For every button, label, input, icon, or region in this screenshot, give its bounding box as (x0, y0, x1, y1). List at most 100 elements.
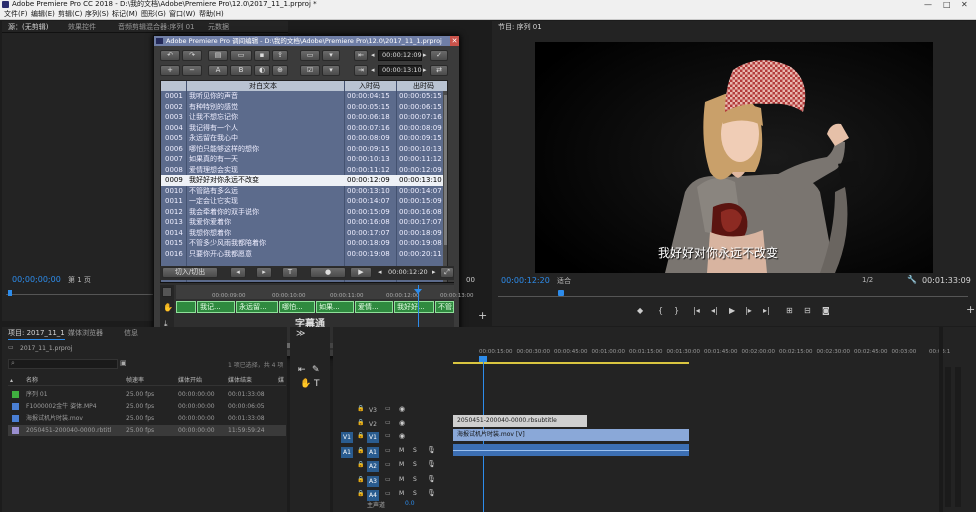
export-button[interactable]: ⇪ (272, 50, 288, 61)
subtitle-text[interactable]: 一定会让它实现 (189, 196, 238, 207)
position-button[interactable]: ⊕ (272, 65, 288, 76)
label-color-swatch[interactable] (12, 415, 19, 422)
subtitle-in-time[interactable]: 00:00:15:09 (347, 207, 390, 218)
tab-media-browser[interactable]: 媒体浏览器 (68, 327, 103, 339)
col-name[interactable]: 名称 (26, 375, 38, 386)
subtitle-in-time[interactable]: 00:00:17:07 (347, 228, 390, 239)
subtitle-row[interactable]: 0001 我听见你的声音 00:00:04:15 00:00:05:15 (161, 91, 447, 102)
col-framerate[interactable]: 帧速率 (126, 375, 144, 386)
subtitle-out-time[interactable]: 00:00:07:16 (399, 112, 442, 123)
subtitle-row[interactable]: 0009 我好好对你永远不改变 00:00:12:09 00:00:13:10 (161, 175, 447, 186)
subtitle-text[interactable]: 让我不想忘记你 (189, 112, 238, 123)
subtitle-in-time[interactable]: 00:00:13:10 (347, 186, 390, 197)
subtitle-row[interactable]: 0016 只要你开心我都愿意 00:00:19:08 00:00:20:11 (161, 249, 447, 260)
subtitle-clip[interactable]: 如果... (316, 301, 354, 313)
lock-icon[interactable]: 🔒 (357, 447, 364, 454)
subtitle-text[interactable]: 有种特别的感觉 (189, 102, 238, 113)
subtitle-row[interactable]: 0010 不管路有多么远 00:00:13:10 00:00:14:07 (161, 186, 447, 197)
subtitle-text[interactable]: 爱情理想会实现 (189, 165, 238, 176)
sync-lock-icon[interactable]: ▭ (385, 476, 391, 483)
project-item[interactable]: 海报试机片时装.mov 25.00 fps 00:00:00:00 00:01:33:… (8, 413, 286, 424)
label-color-swatch[interactable] (12, 403, 19, 410)
sync-lock-icon[interactable]: ▭ (385, 419, 391, 426)
mark-in-icon[interactable]: { (658, 306, 663, 315)
tab-program[interactable]: 节目: 序列 01 (498, 21, 542, 33)
solo-button[interactable]: S (413, 461, 417, 468)
subtitle-out-time[interactable]: 00:00:06:15 (399, 102, 442, 113)
maximize-button[interactable]: □ (943, 0, 951, 9)
import-button[interactable]: ▤ (208, 50, 228, 61)
subtitle-out-time[interactable]: 00:00:20:11 (399, 249, 442, 260)
subtitle-text[interactable]: 我会牵着你的双手说你 (189, 207, 259, 218)
dialog-ruler[interactable]: 00:00:09:00 00:00:10:00 00:00:11:00 00:0… (176, 285, 474, 299)
subtitle-in-time[interactable]: 00:00:19:08 (347, 249, 390, 260)
track-label[interactable]: V3 (367, 405, 379, 416)
subtitle-clip[interactable]: 哪怕... (279, 301, 315, 313)
dialog-close-button[interactable]: ✕ (450, 36, 459, 46)
camera-icon[interactable]: ◙ (822, 306, 830, 315)
pen-tool-icon[interactable]: ✎ (312, 365, 320, 375)
remove-row-button[interactable]: − (182, 65, 202, 76)
eye-icon[interactable]: ◉ (399, 405, 405, 413)
subtitle-clip[interactable]: 爱情... (355, 301, 393, 313)
mark-out-icon[interactable]: } (674, 306, 679, 315)
subtitle-out-time[interactable]: 00:00:19:08 (399, 238, 442, 249)
lock-icon[interactable]: 🔒 (357, 490, 364, 497)
wrench-icon[interactable]: 🔧 (907, 275, 917, 284)
subtitle-text[interactable]: 我爱你爱着你 (189, 217, 231, 228)
select-tool-icon[interactable] (162, 287, 172, 297)
sync-lock-icon[interactable]: ▭ (385, 490, 391, 497)
tab-effect-controls[interactable]: 效果控件 (68, 21, 96, 33)
sync-lock-icon[interactable]: ▭ (385, 405, 391, 412)
tc-in-next-icon[interactable]: ▸ (423, 51, 427, 59)
subtitle-clip[interactable]: 永远留... (236, 301, 278, 313)
tc-out-next-icon[interactable]: ▸ (423, 66, 427, 74)
project-search-input[interactable]: ⌕ (8, 359, 118, 369)
program-scrub-bar[interactable] (498, 291, 968, 297)
minimize-button[interactable]: — (924, 0, 932, 9)
tc-next-icon[interactable]: ▸ (432, 268, 436, 276)
project-item[interactable]: 序列 01 25.00 fps 00:00:00:00 00:01:33:08 (8, 389, 286, 400)
type-tool-icon[interactable]: T (314, 379, 320, 389)
work-area-bar[interactable] (453, 362, 689, 364)
track-label[interactable]: V1 (367, 432, 379, 443)
fit-button[interactable]: ⤢ (440, 267, 454, 278)
tab-info[interactable]: 信息 (124, 327, 138, 339)
next-subtitle-button[interactable]: ▸ (256, 267, 272, 278)
subtitle-in-time[interactable]: 00:00:16:08 (347, 217, 390, 228)
lock-icon[interactable]: 🔒 (357, 432, 364, 439)
apply-button[interactable]: ✓ (430, 50, 448, 61)
step-forward-icon[interactable]: |▸ (745, 306, 752, 315)
hand-tool-icon[interactable]: ✋ (300, 379, 311, 389)
lock-icon[interactable]: 🔒 (357, 461, 364, 468)
menu-graphics[interactable]: 图形(G) (141, 9, 166, 20)
menu-edit[interactable]: 编辑(E) (31, 9, 55, 20)
subtitle-text[interactable]: 哪怕只能够这样的想你 (189, 144, 259, 155)
subtitle-row[interactable]: 0002 有种特别的感觉 00:00:05:15 00:00:06:15 (161, 102, 447, 113)
project-item[interactable]: 2050451-200040-0000.rbtitl 25.00 fps 00:00… (8, 425, 286, 436)
tc-out-prev-icon[interactable]: ◂ (371, 66, 375, 74)
subtitle-text[interactable]: 我想你想着你 (189, 228, 231, 239)
subtitle-clip[interactable]: 不管... (435, 301, 454, 313)
label-color-swatch[interactable] (12, 391, 19, 398)
play-icon[interactable]: ▶ (729, 306, 735, 315)
track-label[interactable]: A1 (367, 447, 379, 458)
subtitle-row[interactable]: 0007 如果真的有一天 00:00:10:13 00:00:11:12 (161, 154, 447, 165)
subtitle-row[interactable]: 0015 不管多少风雨我都陪着你 00:00:18:09 00:00:19:08 (161, 238, 447, 249)
add-button-icon[interactable]: + (966, 303, 975, 316)
subtitle-out-time[interactable]: 00:00:11:12 (399, 154, 442, 165)
subtitle-in-time[interactable]: 00:00:08:09 (347, 133, 390, 144)
menu-help[interactable]: 帮助(H) (199, 9, 224, 20)
list-scrollbar-thumb[interactable] (444, 95, 447, 245)
set-out-button[interactable]: ⇥ (354, 65, 368, 76)
subtitle-in-time[interactable]: 00:00:10:13 (347, 154, 390, 165)
options-button[interactable]: ▾ (322, 65, 340, 76)
master-value[interactable]: 0.0 (405, 500, 415, 507)
cut-in-out-select[interactable]: 切入/切出 (162, 267, 218, 278)
subtitle-in-time[interactable]: 00:00:14:07 (347, 196, 390, 207)
eye-icon[interactable]: ◉ (399, 419, 405, 427)
go-to-in-icon[interactable]: |◂ (693, 306, 700, 315)
timeline-playhead-handle[interactable] (479, 356, 487, 362)
check-button[interactable]: ☑ (300, 65, 320, 76)
solo-button[interactable]: S (413, 490, 417, 497)
